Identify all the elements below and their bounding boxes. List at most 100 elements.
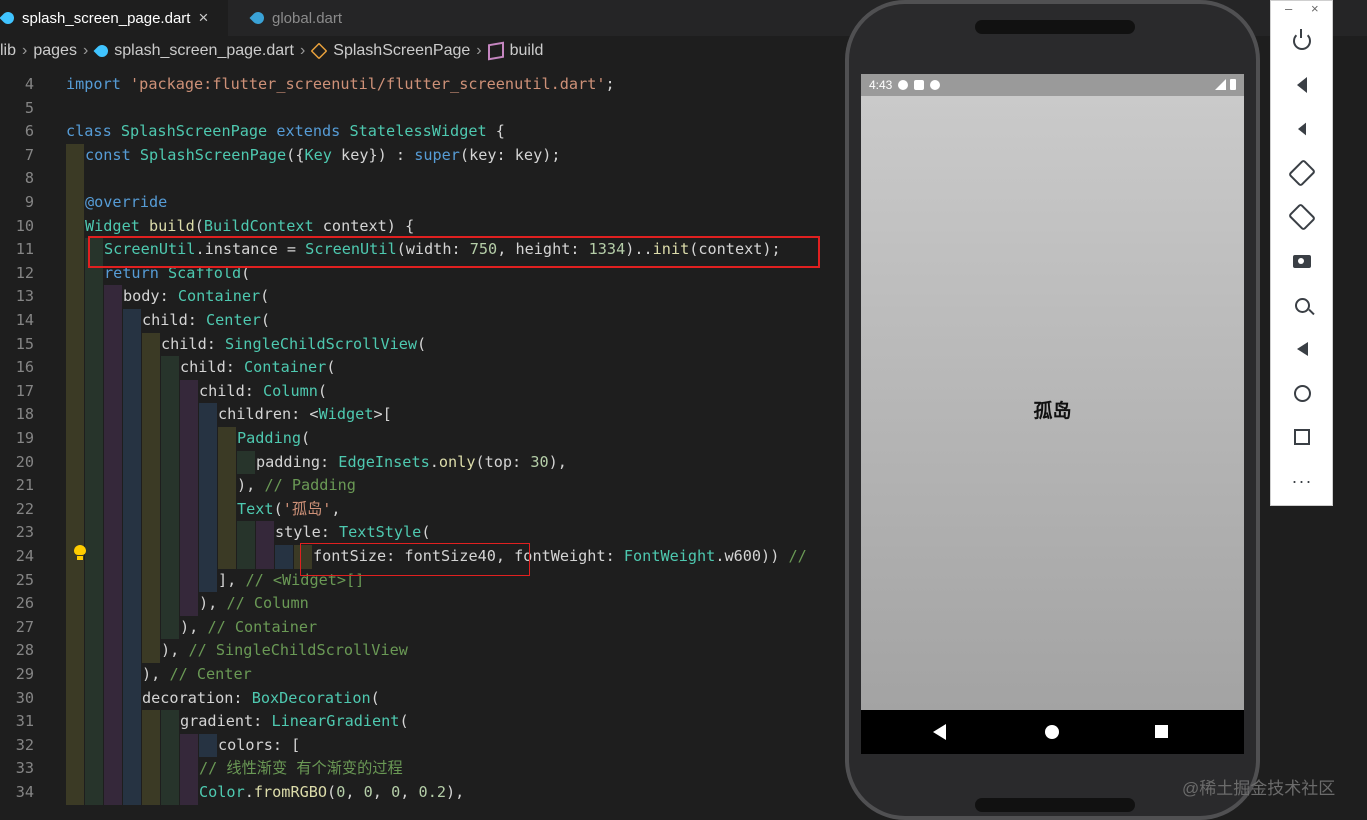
indent-guide (180, 497, 198, 522)
close-icon[interactable]: × (198, 8, 208, 28)
code-line[interactable]: 7 const SplashScreenPage({Key key}) : sup… (0, 143, 840, 168)
code-token: Widget (85, 216, 140, 235)
nav-home-icon[interactable] (1045, 725, 1059, 739)
emulator-control-panel: – × ··· (1270, 0, 1333, 506)
indent-guide (142, 497, 160, 522)
rotate-left-button[interactable] (1287, 158, 1317, 188)
code-line[interactable]: 16 child: Container( (0, 356, 840, 380)
minimize-button[interactable]: – (1285, 1, 1292, 16)
indent-guide (199, 545, 217, 569)
code-token: StatelessWidget (340, 122, 487, 141)
line-number: 5 (24, 98, 34, 117)
code-line[interactable]: 17 child: Column( (0, 379, 840, 404)
line-number: 25 (15, 570, 34, 589)
nav-overview-icon[interactable] (1155, 725, 1168, 738)
code-text: children: <Widget>[ (218, 403, 392, 427)
indent-guide (85, 521, 103, 545)
code-token: super (414, 145, 460, 164)
code-token: fromRGBO (253, 783, 328, 801)
code-line[interactable]: 19 Padding( (0, 427, 840, 451)
home-button[interactable] (1288, 379, 1316, 407)
code-token: // Column (226, 594, 309, 613)
code-line[interactable]: 14 child: Center( (0, 309, 840, 333)
rotate-right-button[interactable] (1287, 202, 1317, 232)
zoom-button[interactable] (1288, 291, 1316, 319)
indent-guide (85, 309, 103, 333)
code-line[interactable]: 5 (0, 97, 840, 121)
code-token: SplashScreenPage (130, 145, 287, 164)
nav-back-icon[interactable] (933, 724, 946, 740)
breadcrumb-item-pages[interactable]: pages (33, 42, 77, 60)
indent-guide (180, 568, 198, 593)
indent-guide (123, 379, 141, 404)
code-line[interactable]: 31 gradient: LinearGradient( (0, 710, 840, 734)
indent-guide (142, 474, 160, 498)
phone-screen[interactable]: 4:43 孤岛 (861, 74, 1244, 754)
code-line[interactable]: 13 body: Container( (0, 285, 840, 309)
more-button[interactable]: ··· (1288, 467, 1316, 495)
indent-guide (142, 781, 160, 805)
code-line[interactable]: 29), // Center (0, 663, 840, 687)
indent-guide (218, 450, 236, 475)
breadcrumb-item-class[interactable]: SplashScreenPage (333, 42, 470, 60)
indent-guide (199, 474, 217, 498)
code-line[interactable]: 9 @override (0, 191, 840, 215)
code-token: colors: [ (218, 735, 301, 754)
indent-guide (66, 710, 84, 734)
close-button[interactable]: × (1311, 1, 1319, 16)
code-line[interactable]: 4 import 'package:flutter_screenutil/flut… (0, 73, 840, 97)
indent-guide (123, 757, 141, 781)
code-token: '孤岛' (282, 499, 332, 518)
breadcrumb-item-lib[interactable]: lib (0, 42, 16, 60)
code-token: Container (177, 287, 261, 306)
code-line[interactable]: 34 Color.fromRGBO(0, 0, 0, 0.2), (0, 781, 840, 805)
breadcrumb-item-file[interactable]: splash_screen_page.dart (114, 42, 294, 60)
indent-guide (85, 474, 103, 498)
code-line[interactable]: 22 Text('孤岛', (0, 497, 840, 522)
indent-guide (199, 427, 217, 451)
indent-guide (104, 733, 122, 758)
tab-splash-screen-page[interactable]: splash_screen_page.dart × (0, 0, 228, 36)
code-text: Widget build(BuildContext context) { (85, 215, 414, 239)
code-line[interactable]: 18 children: <Widget>[ (0, 403, 840, 427)
indent-guide (161, 427, 179, 451)
back-button[interactable] (1288, 335, 1316, 363)
code-line[interactable]: 28), // SingleChildScrollView (0, 639, 840, 663)
indent-guide (180, 592, 198, 616)
code-line[interactable]: 23 style: TextStyle( (0, 521, 840, 545)
code-line[interactable]: 6 class SplashScreenPage extends Stateles… (0, 120, 840, 144)
code-token: Padding (237, 429, 302, 447)
code-token: SingleChildScrollView (225, 334, 418, 353)
screenshot-button[interactable] (1288, 247, 1316, 275)
code-token: ], (218, 570, 246, 589)
code-line[interactable]: 27), // Container (0, 615, 840, 640)
line-number: 15 (15, 334, 34, 353)
lightbulb-icon[interactable] (74, 545, 86, 560)
tab-label: global.dart (272, 9, 343, 27)
code-line[interactable]: 15 child: SingleChildScrollView( (0, 332, 840, 357)
indent-guide (85, 710, 103, 734)
indent-guide (123, 450, 141, 475)
line-number: 14 (15, 311, 34, 329)
app-title-text: 孤岛 (1033, 401, 1072, 422)
tab-global-dart[interactable]: global.dart (228, 0, 378, 36)
volume-down-button[interactable] (1288, 115, 1316, 143)
code-line[interactable]: 8 (0, 167, 840, 191)
code-line[interactable]: 26), // Column (0, 592, 840, 616)
code-line[interactable]: 32 colors: [ (0, 733, 840, 758)
code-editor[interactable]: 4 import 'package:flutter_screenutil/flut… (0, 66, 840, 806)
code-line[interactable]: 10 Widget build(BuildContext context) { (0, 214, 840, 239)
code-text: child: Center( (142, 309, 270, 333)
code-line[interactable]: 20 padding: EdgeInsets.only(top: 30), (0, 450, 840, 475)
code-token: (key: key); (459, 145, 561, 164)
code-token: 0 (391, 783, 401, 801)
indent-guide (85, 379, 103, 404)
overview-button[interactable] (1288, 423, 1316, 451)
volume-up-button[interactable] (1288, 71, 1316, 99)
code-line[interactable]: 30 decoration: BoxDecoration( (0, 686, 840, 711)
power-button[interactable] (1288, 27, 1316, 55)
breadcrumb-item-method[interactable]: build (510, 42, 544, 60)
code-line[interactable]: 21), // Padding (0, 474, 840, 498)
code-line[interactable]: 33 // 线性渐变 有个渐变的过程 (0, 757, 840, 781)
line-number: 7 (24, 145, 34, 164)
